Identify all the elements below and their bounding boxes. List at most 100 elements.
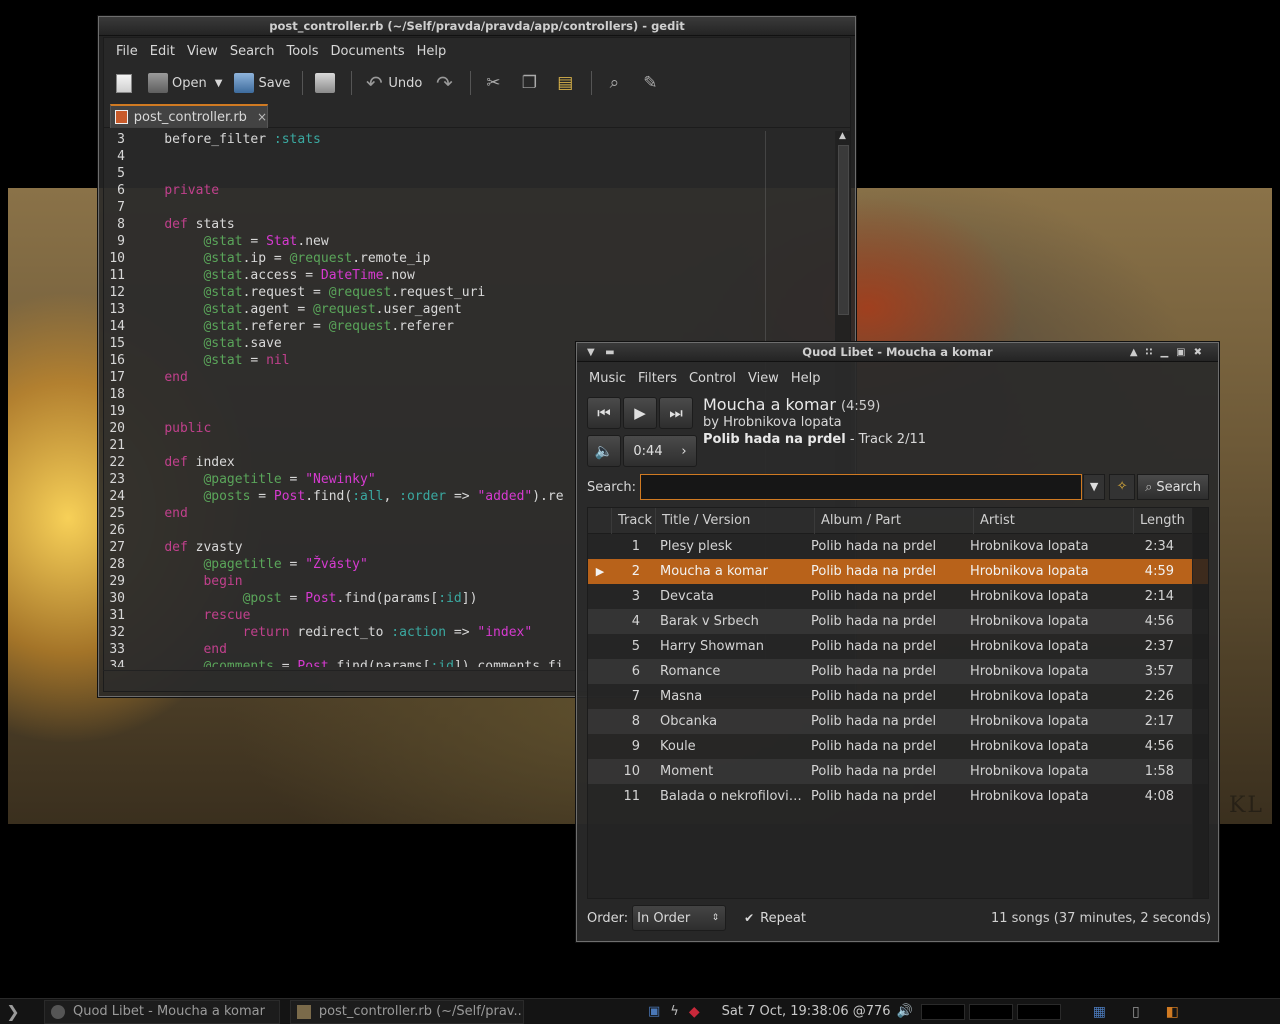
code-line[interactable]: 7 [103, 199, 827, 216]
close-icon[interactable]: × [257, 110, 267, 124]
clear-search-button[interactable]: ✧ [1109, 474, 1136, 500]
code-line[interactable]: 6 private [103, 182, 827, 199]
copy-button[interactable]: ❐ [513, 68, 549, 98]
window-menu-icon[interactable]: ▼ ▬ [587, 343, 615, 362]
song-row[interactable]: 9 Koule Polib hada na prdel Hrobnikova lopa… [588, 734, 1208, 759]
task-gedit[interactable]: post_controller.rb (~/Self/prav... [290, 999, 524, 1024]
song-track: 10 [623, 764, 640, 779]
code-line[interactable]: 10 @stat.ip = @request.remote_ip [103, 250, 827, 267]
column-playing[interactable] [588, 508, 612, 534]
scrollbar-thumb[interactable] [838, 145, 849, 315]
menu-view[interactable]: View [742, 371, 785, 386]
scroll-up-icon[interactable]: ▲ [839, 131, 846, 141]
previous-button[interactable]: ⏮ [587, 397, 621, 429]
code-text: def index [164, 455, 235, 470]
song-row[interactable]: 11 Balada o nekrofilovi Li… Polib hada na … [588, 784, 1208, 809]
next-button[interactable]: ⏭ [659, 397, 693, 429]
print-button[interactable] [309, 68, 345, 98]
chevron-down-icon: ▼ [1089, 480, 1099, 493]
column-album[interactable]: Album / Part [815, 508, 974, 534]
song-row[interactable]: 3 Devcata Polib hada na prdel Hrobnikova lo… [588, 584, 1208, 609]
replace-button[interactable]: ✎ [634, 68, 670, 98]
feather-icon[interactable]: ϟ [670, 1004, 679, 1019]
menu-edit[interactable]: Edit [144, 44, 181, 59]
paste-button[interactable]: ▤ [549, 68, 585, 98]
song-artist: Hrobnikova lopata [970, 714, 1089, 729]
task-quodlibet[interactable]: Quod Libet - Moucha a komar [44, 999, 280, 1024]
song-list-scrollbar[interactable] [1192, 508, 1208, 898]
code-line[interactable]: 8 def stats [103, 216, 827, 233]
redo-button[interactable]: ↷ [428, 68, 464, 98]
song-row[interactable]: 10 Moment Polib hada na prdel Hrobnikova lo… [588, 759, 1208, 784]
menu-tools[interactable]: Tools [280, 44, 324, 59]
song-row[interactable]: 4 Barak v Srbech Polib hada na prdel Hrobni… [588, 609, 1208, 634]
order-select[interactable]: In Order ⇕ [632, 905, 727, 931]
window-list-icon[interactable]: ▯ [1132, 1004, 1140, 1020]
volume-button[interactable]: 🔈 [587, 435, 621, 467]
menu-control[interactable]: Control [683, 371, 742, 386]
play-button[interactable]: ▶ [623, 397, 657, 429]
menu-help[interactable]: Help [785, 371, 827, 386]
song-artist: Hrobnikova lopata [970, 739, 1089, 754]
menu-search[interactable]: Search [224, 44, 281, 59]
menu-view[interactable]: View [181, 44, 224, 59]
column-artist[interactable]: Artist [974, 508, 1134, 534]
code-text: @stat = nil [203, 353, 290, 368]
song-album: Polib hada na prdel [811, 689, 937, 704]
song-row[interactable]: ▶ 2 Moucha a komar Polib hada na prdel Hrobn… [588, 559, 1208, 584]
toolbar-separator [351, 71, 353, 95]
save-button[interactable]: Save [228, 68, 296, 98]
song-title: Masna [660, 689, 703, 704]
repeat-toggle[interactable]: ✔ Repeat [744, 911, 806, 926]
menu-help[interactable]: Help [411, 44, 453, 59]
clock[interactable]: Sat 7 Oct, 19:38:06 @776 [722, 1004, 891, 1019]
search-button[interactable]: ⌕ Search [1137, 474, 1210, 500]
column-track[interactable]: Track [612, 508, 656, 534]
window-controls-icon[interactable]: ▲∷▁▣✖ [1130, 343, 1210, 362]
song-artist: Hrobnikova lopata [970, 539, 1089, 554]
menu-music[interactable]: Music [583, 371, 632, 386]
spinner-arrows-icon: ⇕ [711, 913, 720, 923]
code-line[interactable]: 14 @stat.referer = @request.referer [103, 318, 827, 335]
tab-post-controller[interactable]: post_controller.rb × [110, 104, 268, 128]
code-line[interactable]: 4 [103, 148, 827, 165]
desktop-switcher-icon[interactable]: ◧ [1166, 1004, 1179, 1020]
volume-icon[interactable]: 🔊 [897, 1004, 913, 1019]
code-line[interactable]: 13 @stat.agent = @request.user_agent [103, 301, 827, 318]
menu-filters[interactable]: Filters [632, 371, 683, 386]
quodlibet-titlebar[interactable]: ▼ ▬ Quod Libet - Moucha a komar ▲∷▁▣✖ [577, 343, 1218, 362]
new-button[interactable] [110, 68, 142, 98]
code-line[interactable]: 9 @stat = Stat.new [103, 233, 827, 250]
workspace-icon[interactable]: ▦ [1093, 1004, 1106, 1020]
redo-icon: ↷ [435, 71, 453, 95]
search-history-dropdown[interactable]: ▼ [1083, 474, 1106, 500]
code-line[interactable]: 5 [103, 165, 827, 182]
seek-button[interactable]: 0:44 › [623, 435, 697, 467]
song-track: 5 [631, 639, 640, 654]
column-length[interactable]: Length [1134, 508, 1192, 534]
code-line[interactable]: 11 @stat.access = DateTime.now [103, 267, 827, 284]
network-icon[interactable]: ▣ [648, 1004, 660, 1019]
menu-file[interactable]: File [110, 44, 144, 59]
chevron-down-icon[interactable]: ▼ [215, 78, 223, 89]
launcher-icon[interactable]: ❯ [2, 1002, 24, 1022]
folder-open-icon [148, 73, 168, 93]
song-row[interactable]: 8 Obcanka Polib hada na prdel Hrobnikova lo… [588, 709, 1208, 734]
menu-documents[interactable]: Documents [325, 44, 411, 59]
code-line[interactable]: 3 before_filter :stats [103, 131, 827, 148]
code-text: begin [203, 574, 243, 589]
save-label: Save [258, 75, 291, 91]
song-row[interactable]: 5 Harry Showman Polib hada na prdel Hrobnik… [588, 634, 1208, 659]
find-button[interactable]: ⌕ [598, 68, 634, 98]
song-row[interactable]: 1 Plesy plesk Polib hada na prdel Hrobnikov… [588, 534, 1208, 559]
cut-button[interactable]: ✂ [477, 68, 513, 98]
column-title[interactable]: Title / Version [656, 508, 815, 534]
gedit-titlebar[interactable]: post_controller.rb (~/Self/pravda/pravda… [99, 17, 855, 36]
song-row[interactable]: 6 Romance Polib hada na prdel Hrobnikova lo… [588, 659, 1208, 684]
undo-button[interactable]: ↶ Undo [358, 68, 428, 98]
song-row[interactable]: 7 Masna Polib hada na prdel Hrobnikova lopa… [588, 684, 1208, 709]
ruby-gem-icon[interactable]: ◆ [689, 1004, 700, 1020]
code-line[interactable]: 12 @stat.request = @request.request_uri [103, 284, 827, 301]
search-input[interactable] [640, 474, 1083, 500]
open-button[interactable]: Open ▼ [142, 68, 228, 98]
